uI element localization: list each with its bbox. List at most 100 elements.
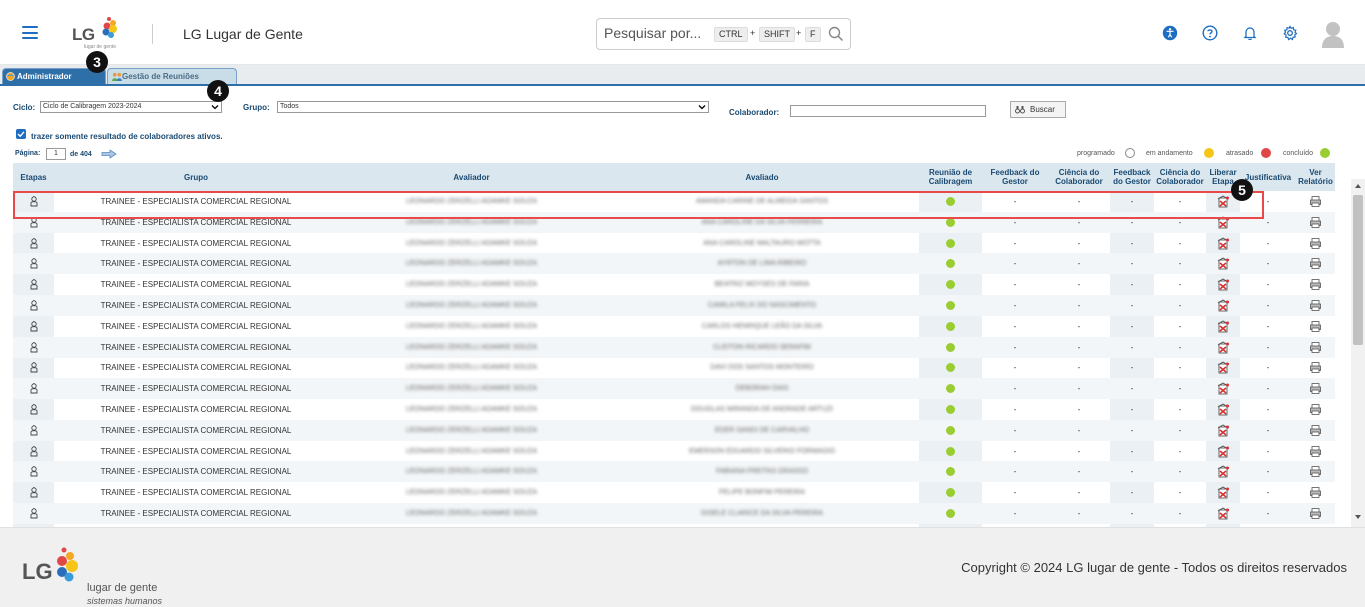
table-row[interactable]: TRAINEE - ESPECIALISTA COMERCIAL REGIONA… (13, 461, 1335, 483)
table-row[interactable]: TRAINEE - ESPECIALISTA COMERCIAL REGIONA… (13, 233, 1335, 254)
cell-cc: - (1077, 467, 1081, 477)
printer-icon[interactable] (1296, 357, 1335, 378)
cell-avaliador: LEONARDO ZERZELLI ADAMKE SOUZA (405, 489, 538, 497)
cell-cc: - (1077, 259, 1081, 269)
liberar-etapa-icon[interactable] (1206, 441, 1240, 462)
etapas-icon[interactable] (13, 191, 54, 212)
printer-icon[interactable] (1296, 316, 1335, 337)
liberar-etapa-icon[interactable] (1206, 503, 1240, 524)
cell-avaliador: LEONARDO ZERZELLI ADAMKE SOUZA (405, 198, 538, 205)
table-row[interactable]: TRAINEE - ESPECIALISTA COMERCIAL REGIONA… (13, 503, 1335, 524)
liberar-etapa-icon[interactable] (1206, 461, 1240, 482)
printer-icon[interactable] (1296, 399, 1335, 420)
etapas-icon[interactable] (13, 337, 54, 358)
search-icon[interactable] (828, 26, 844, 42)
liberar-etapa-icon[interactable] (1206, 378, 1240, 399)
etapas-icon[interactable] (13, 212, 54, 233)
printer-icon[interactable] (1296, 274, 1335, 295)
table-row[interactable]: TRAINEE - ESPECIALISTA COMERCIAL REGIONA… (13, 419, 1335, 441)
lg-logo[interactable]: LG lugar de gente (72, 14, 122, 52)
liberar-etapa-icon[interactable] (1206, 316, 1240, 337)
table-row[interactable]: TRAINEE - ESPECIALISTA COMERCIAL REGIONA… (13, 441, 1335, 462)
printer-icon[interactable] (1296, 253, 1335, 274)
printer-icon[interactable] (1296, 461, 1335, 482)
table-row[interactable]: TRAINEE - ESPECIALISTA COMERCIAL REGIONA… (13, 253, 1335, 275)
status-dot-concluido (919, 378, 982, 399)
table-row[interactable]: TRAINEE - ESPECIALISTA COMERCIAL REGIONA… (13, 482, 1335, 503)
etapas-icon[interactable] (13, 441, 54, 462)
cell-cc: - (1077, 384, 1081, 394)
cell-fg: - (1013, 217, 1017, 227)
accessibility-icon[interactable] (1162, 25, 1178, 41)
printer-icon[interactable] (1296, 482, 1335, 503)
table-row[interactable]: TRAINEE - ESPECIALISTA COMERCIAL REGIONA… (13, 191, 1335, 212)
ciclo-select[interactable]: Ciclo de Calibragem 2023-2024 (40, 101, 222, 113)
liberar-etapa-icon[interactable] (1206, 420, 1240, 441)
etapas-icon[interactable] (13, 357, 54, 378)
etapas-icon[interactable] (13, 233, 54, 254)
printer-icon[interactable] (1296, 212, 1335, 233)
col-feedback-gestor: Feedback do Gestor (990, 168, 1040, 186)
global-search-box[interactable]: CTRL + SHIFT + F (596, 18, 851, 50)
buscar-button[interactable]: Buscar (1010, 101, 1066, 118)
cell-fg2: - (1130, 488, 1134, 498)
cell-avaliador: LEONARDO ZERZELLI ADAMKE SOUZA (405, 385, 538, 393)
etapas-icon[interactable] (13, 482, 54, 503)
liberar-etapa-icon[interactable] (1206, 274, 1240, 295)
cell-fg: - (1013, 301, 1017, 310)
etapas-icon[interactable] (13, 461, 54, 482)
printer-icon[interactable] (1296, 233, 1335, 254)
filter-panel: Ciclo: Ciclo de Calibragem 2023-2024 Gru… (0, 86, 1350, 166)
buscar-label: Buscar (1030, 105, 1055, 114)
gear-icon[interactable] (1282, 25, 1298, 41)
printer-icon[interactable] (1296, 441, 1335, 462)
etapas-icon[interactable] (13, 316, 54, 337)
table-row[interactable]: TRAINEE - ESPECIALISTA COMERCIAL REGIONA… (13, 295, 1335, 316)
table-row[interactable]: TRAINEE - ESPECIALISTA COMERCIAL REGIONA… (13, 316, 1335, 337)
liberar-etapa-icon[interactable] (1206, 337, 1240, 358)
liberar-etapa-icon[interactable] (1206, 212, 1240, 233)
next-page-arrow-icon[interactable] (101, 149, 117, 159)
table-row[interactable]: TRAINEE - ESPECIALISTA COMERCIAL REGIONA… (13, 336, 1335, 358)
table-row[interactable]: TRAINEE - ESPECIALISTA COMERCIAL REGIONA… (13, 211, 1335, 233)
help-icon[interactable] (1202, 25, 1218, 41)
cell-cc: - (1077, 238, 1081, 248)
table-row[interactable]: TRAINEE - ESPECIALISTA COMERCIAL REGIONA… (13, 357, 1335, 378)
step-marker-5: 5 (1231, 179, 1253, 201)
etapas-icon[interactable] (13, 399, 54, 420)
printer-icon[interactable] (1296, 337, 1335, 358)
etapas-icon[interactable] (13, 503, 54, 524)
printer-icon[interactable] (1296, 420, 1335, 441)
printer-icon[interactable] (1296, 295, 1335, 316)
liberar-etapa-icon[interactable] (1206, 357, 1240, 378)
scroll-down-arrow-icon[interactable] (1354, 513, 1362, 521)
etapas-icon[interactable] (13, 378, 54, 399)
liberar-etapa-icon[interactable] (1206, 399, 1240, 420)
hamburger-menu-icon[interactable] (22, 26, 38, 39)
user-avatar-icon[interactable] (1321, 20, 1345, 48)
printer-icon[interactable] (1296, 503, 1335, 524)
ativos-checkbox[interactable] (16, 129, 26, 139)
bell-icon[interactable] (1242, 25, 1258, 41)
cell-grupo: TRAINEE - ESPECIALISTA COMERCIAL REGIONA… (100, 301, 292, 310)
etapas-icon[interactable] (13, 253, 54, 274)
printer-icon[interactable] (1296, 378, 1335, 399)
page-number-input[interactable]: 1 (46, 148, 66, 160)
etapas-icon[interactable] (13, 295, 54, 316)
liberar-etapa-icon[interactable] (1206, 233, 1240, 254)
liberar-etapa-icon[interactable] (1206, 253, 1240, 274)
search-input[interactable] (604, 25, 714, 41)
liberar-etapa-icon[interactable] (1206, 482, 1240, 503)
table-row[interactable]: TRAINEE - ESPECIALISTA COMERCIAL REGIONA… (13, 399, 1335, 420)
cell-fg: - (1013, 467, 1017, 477)
cell-cc: - (1077, 301, 1081, 310)
liberar-etapa-icon[interactable] (1206, 295, 1240, 316)
table-row[interactable]: TRAINEE - ESPECIALISTA COMERCIAL REGIONA… (13, 274, 1335, 295)
footer-logo: LG lugar de gente sistemas humanos (22, 546, 172, 606)
etapas-icon[interactable] (13, 420, 54, 441)
colaborador-input[interactable] (790, 105, 986, 117)
etapas-icon[interactable] (13, 274, 54, 295)
table-row[interactable]: TRAINEE - ESPECIALISTA COMERCIAL REGIONA… (13, 378, 1335, 400)
printer-icon[interactable] (1296, 191, 1335, 212)
grupo-select[interactable]: Todos (277, 101, 709, 113)
